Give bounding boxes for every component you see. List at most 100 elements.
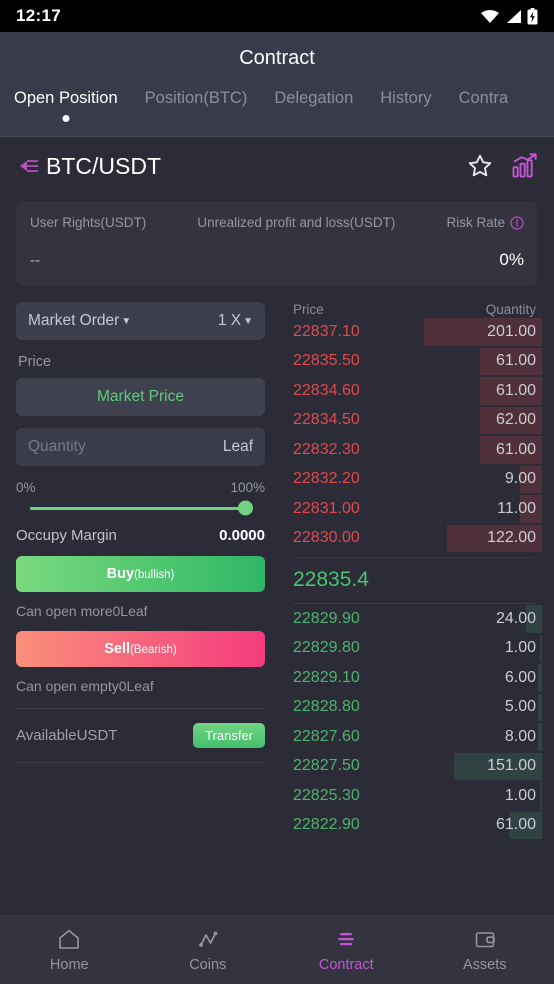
nav-item-coins[interactable]: Coins: [139, 916, 278, 984]
chart-line-icon: [196, 928, 220, 951]
slider-max-label: 100%: [230, 480, 265, 495]
order-book-price: 22825.30: [293, 786, 360, 804]
order-book-quantity: 11.00: [497, 499, 536, 517]
amount-slider[interactable]: [16, 495, 265, 521]
order-type-select[interactable]: Market Order ▼: [28, 312, 131, 330]
order-book-row[interactable]: 22830.00 122.00: [281, 524, 542, 554]
app-title-bar: Contract: [0, 32, 554, 84]
order-book-price: 22832.20: [293, 470, 360, 488]
order-book-price: 22831.00: [293, 499, 360, 517]
order-book-row[interactable]: 22837.10 201.00: [281, 317, 542, 347]
order-book-price: 22834.60: [293, 381, 360, 399]
order-book-row[interactable]: 22829.80 1.00: [281, 634, 542, 664]
order-book-price: 22829.10: [293, 668, 360, 686]
order-book-row[interactable]: 22834.50 62.00: [281, 406, 542, 436]
nav-item-assets[interactable]: Assets: [416, 916, 554, 984]
order-book-price: 22837.10: [293, 322, 360, 340]
order-book-price: 22830.00: [293, 529, 360, 547]
user-rights-value: --: [30, 251, 40, 269]
signal-icon: [505, 9, 522, 24]
risk-rate-label-group: Risk Rate: [446, 215, 524, 230]
order-book-price: 22832.30: [293, 440, 360, 458]
price-label: Price: [18, 354, 52, 370]
order-book-quantity: 1.00: [504, 786, 536, 804]
order-book-row[interactable]: 22829.90 24.00: [281, 604, 542, 634]
page-title: Contract: [239, 46, 315, 69]
order-book-price: 22827.60: [293, 727, 360, 745]
order-book-row[interactable]: 22835.50 61.00: [281, 347, 542, 377]
order-book-row[interactable]: 22822.90 61.00: [281, 811, 542, 841]
can-open-more-text: Can open more0Leaf: [16, 603, 148, 619]
tab-open-position[interactable]: Open Position: [14, 84, 118, 108]
buy-button-label: Buy(bullish): [106, 566, 175, 582]
status-bar-icons: [480, 7, 538, 25]
slider-track[interactable]: [30, 500, 253, 516]
order-book-quantity: 61.00: [495, 816, 536, 834]
leverage-value: 1 X: [217, 312, 242, 329]
order-book-quantity: 1.00: [504, 639, 536, 657]
info-icon[interactable]: [510, 215, 524, 230]
collapse-left-icon[interactable]: [16, 157, 42, 175]
order-book-quantity: 61.00: [495, 440, 536, 458]
depth-bar: [538, 723, 542, 751]
nav-label-home: Home: [49, 956, 89, 973]
depth-bar: [540, 634, 542, 662]
main-content: Market Order ▼ 1 X ▼ Price Market Price …: [0, 286, 554, 840]
nav-label-coins: Coins: [189, 956, 227, 973]
order-book-quantity-header: Quantity: [485, 302, 536, 317]
can-open-empty-text: Can open empty0Leaf: [16, 678, 154, 694]
order-book-quantity: 9.00: [504, 470, 536, 488]
order-book-quantity: 24.00: [495, 609, 536, 627]
order-book-quantity: 61.00: [495, 352, 536, 370]
order-type-row[interactable]: Market Order ▼ 1 X ▼: [16, 302, 265, 340]
pair-name: BTC/USDT: [46, 152, 161, 179]
wallet-icon: [473, 928, 497, 951]
order-book-bids: 22829.90 24.00 22829.80 1.00 22829.10 6.00 228…: [281, 604, 542, 840]
sell-button[interactable]: Sell(Bearish): [16, 631, 265, 667]
tab-contract[interactable]: Contra: [459, 84, 509, 108]
bottom-navigation[interactable]: Home Coins Contract Assets: [0, 915, 554, 984]
quantity-placeholder: Quantity: [28, 438, 86, 455]
tab-history[interactable]: History: [380, 84, 431, 108]
depth-bar: [538, 693, 542, 721]
order-book-row[interactable]: 22834.60 61.00: [281, 376, 542, 406]
slider-handle[interactable]: [238, 500, 253, 516]
order-book-row[interactable]: 22825.30 1.00: [281, 781, 542, 811]
tab-delegation[interactable]: Delegation: [274, 84, 353, 108]
order-book-price: 22822.90: [293, 816, 360, 834]
home-icon: [57, 928, 81, 951]
chevron-down-icon: ▼: [121, 315, 132, 327]
occupy-margin-row: Occupy Margin 0.0000: [16, 527, 265, 544]
order-form-panel: Market Order ▼ 1 X ▼ Price Market Price …: [0, 302, 281, 840]
star-icon[interactable]: [466, 152, 494, 180]
tab-position-btc[interactable]: Position(BTC): [145, 84, 248, 108]
price-input[interactable]: Market Price: [16, 378, 265, 416]
available-label: AvailableUSDT: [16, 727, 118, 744]
order-book-row[interactable]: 22828.80 5.00: [281, 693, 542, 723]
depth-bar: [540, 782, 542, 810]
bar-chart-icon[interactable]: [510, 152, 538, 180]
quantity-input[interactable]: Quantity Leaf: [16, 428, 265, 466]
order-book-row[interactable]: 22829.10 6.00: [281, 663, 542, 693]
form-divider-bottom: [16, 762, 265, 763]
buy-button[interactable]: Buy(bullish): [16, 556, 265, 592]
wifi-icon: [480, 9, 500, 24]
order-book-price: 22828.80: [293, 698, 360, 716]
order-book-row[interactable]: 22827.50 151.00: [281, 752, 542, 782]
order-book-row[interactable]: 22831.00 11.00: [281, 494, 542, 524]
order-book-price: 22827.50: [293, 757, 360, 775]
order-book-quantity: 6.00: [504, 668, 536, 686]
section-tabs[interactable]: Open Position Position(BTC) Delegation H…: [0, 84, 554, 136]
nav-item-home[interactable]: Home: [0, 916, 139, 984]
order-book-row[interactable]: 22827.60 8.00: [281, 722, 542, 752]
slider-min-label: 0%: [16, 480, 36, 495]
leverage-select[interactable]: 1 X ▼: [218, 312, 253, 330]
nav-item-contract[interactable]: Contract: [277, 916, 416, 984]
order-book-price: 22829.90: [293, 609, 360, 627]
risk-rate-label: Risk Rate: [446, 215, 505, 230]
order-book-row[interactable]: 22832.30 61.00: [281, 435, 542, 465]
available-balance-row: AvailableUSDT Transfer: [16, 709, 265, 762]
order-book-price: 22834.50: [293, 411, 360, 429]
order-book-row[interactable]: 22832.20 9.00: [281, 465, 542, 495]
transfer-button[interactable]: Transfer: [193, 723, 265, 748]
